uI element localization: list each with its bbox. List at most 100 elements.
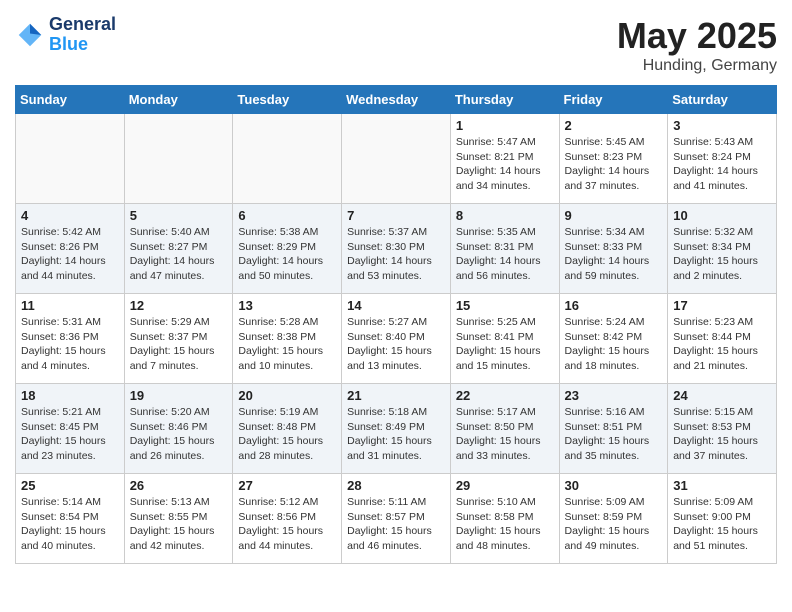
- calendar-cell: 7 Sunrise: 5:37 AM Sunset: 8:30 PM Daylig…: [342, 204, 451, 294]
- calendar-cell: [342, 114, 451, 204]
- calendar-cell: 28 Sunrise: 5:11 AM Sunset: 8:57 PM Dayli…: [342, 474, 451, 564]
- day-number: 10: [673, 208, 771, 223]
- day-info: Sunrise: 5:47 AM Sunset: 8:21 PM Dayligh…: [456, 135, 554, 194]
- calendar-cell: 25 Sunrise: 5:14 AM Sunset: 8:54 PM Dayli…: [16, 474, 125, 564]
- day-number: 31: [673, 478, 771, 493]
- weekday-header-friday: Friday: [559, 86, 668, 114]
- calendar-cell: [233, 114, 342, 204]
- day-info: Sunrise: 5:42 AM Sunset: 8:26 PM Dayligh…: [21, 225, 119, 284]
- day-info: Sunrise: 5:34 AM Sunset: 8:33 PM Dayligh…: [565, 225, 663, 284]
- day-info: Sunrise: 5:18 AM Sunset: 8:49 PM Dayligh…: [347, 405, 445, 464]
- day-number: 2: [565, 118, 663, 133]
- day-info: Sunrise: 5:19 AM Sunset: 8:48 PM Dayligh…: [238, 405, 336, 464]
- weekday-header-row: SundayMondayTuesdayWednesdayThursdayFrid…: [16, 86, 777, 114]
- day-number: 27: [238, 478, 336, 493]
- day-number: 23: [565, 388, 663, 403]
- weekday-header-sunday: Sunday: [16, 86, 125, 114]
- day-number: 30: [565, 478, 663, 493]
- calendar-cell: [124, 114, 233, 204]
- week-row-2: 4 Sunrise: 5:42 AM Sunset: 8:26 PM Daylig…: [16, 204, 777, 294]
- title-block: May 2025 Hunding, Germany: [617, 15, 777, 75]
- calendar-cell: 8Sunrise: 5:35 AM Sunset: 8:31 PM Daylig…: [450, 204, 559, 294]
- calendar-cell: 3 Sunrise: 5:43 AM Sunset: 8:24 PM Daylig…: [668, 114, 777, 204]
- week-row-5: 25 Sunrise: 5:14 AM Sunset: 8:54 PM Dayli…: [16, 474, 777, 564]
- calendar-cell: 4 Sunrise: 5:42 AM Sunset: 8:26 PM Daylig…: [16, 204, 125, 294]
- calendar-cell: 30 Sunrise: 5:09 AM Sunset: 8:59 PM Dayli…: [559, 474, 668, 564]
- day-number: 18: [21, 388, 119, 403]
- logo-icon: [15, 20, 45, 50]
- day-number: 13: [238, 298, 336, 313]
- calendar-cell: 26 Sunrise: 5:13 AM Sunset: 8:55 PM Dayli…: [124, 474, 233, 564]
- day-number: 11: [21, 298, 119, 313]
- day-number: 20: [238, 388, 336, 403]
- day-info: Sunrise: 5:12 AM Sunset: 8:56 PM Dayligh…: [238, 495, 336, 554]
- calendar-cell: 17Sunrise: 5:23 AM Sunset: 8:44 PM Dayli…: [668, 294, 777, 384]
- calendar-cell: 24Sunrise: 5:15 AM Sunset: 8:53 PM Dayli…: [668, 384, 777, 474]
- day-info: Sunrise: 5:28 AM Sunset: 8:38 PM Dayligh…: [238, 315, 336, 374]
- day-info: Sunrise: 5:09 AM Sunset: 9:00 PM Dayligh…: [673, 495, 771, 554]
- day-info: Sunrise: 5:31 AM Sunset: 8:36 PM Dayligh…: [21, 315, 119, 374]
- logo-text: General Blue: [49, 15, 116, 55]
- day-info: Sunrise: 5:32 AM Sunset: 8:34 PM Dayligh…: [673, 225, 771, 284]
- day-number: 8: [456, 208, 554, 223]
- day-info: Sunrise: 5:29 AM Sunset: 8:37 PM Dayligh…: [130, 315, 228, 374]
- day-info: Sunrise: 5:13 AM Sunset: 8:55 PM Dayligh…: [130, 495, 228, 554]
- page-header: General Blue May 2025 Hunding, Germany: [15, 15, 777, 75]
- week-row-3: 11 Sunrise: 5:31 AM Sunset: 8:36 PM Dayli…: [16, 294, 777, 384]
- calendar-cell: 15 Sunrise: 5:25 AM Sunset: 8:41 PM Dayli…: [450, 294, 559, 384]
- day-info: Sunrise: 5:23 AM Sunset: 8:44 PM Dayligh…: [673, 315, 771, 374]
- calendar-cell: 2 Sunrise: 5:45 AM Sunset: 8:23 PM Daylig…: [559, 114, 668, 204]
- day-info: Sunrise: 5:16 AM Sunset: 8:51 PM Dayligh…: [565, 405, 663, 464]
- day-number: 4: [21, 208, 119, 223]
- calendar-cell: 19Sunrise: 5:20 AM Sunset: 8:46 PM Dayli…: [124, 384, 233, 474]
- calendar-location: Hunding, Germany: [617, 57, 777, 75]
- day-info: Sunrise: 5:27 AM Sunset: 8:40 PM Dayligh…: [347, 315, 445, 374]
- day-number: 9: [565, 208, 663, 223]
- weekday-header-monday: Monday: [124, 86, 233, 114]
- day-info: Sunrise: 5:15 AM Sunset: 8:53 PM Dayligh…: [673, 405, 771, 464]
- calendar-cell: 16Sunrise: 5:24 AM Sunset: 8:42 PM Dayli…: [559, 294, 668, 384]
- calendar-cell: 18 Sunrise: 5:21 AM Sunset: 8:45 PM Dayli…: [16, 384, 125, 474]
- calendar-cell: 12 Sunrise: 5:29 AM Sunset: 8:37 PM Dayli…: [124, 294, 233, 384]
- logo-general: General: [49, 14, 116, 34]
- day-number: 3: [673, 118, 771, 133]
- day-info: Sunrise: 5:21 AM Sunset: 8:45 PM Dayligh…: [21, 405, 119, 464]
- day-number: 19: [130, 388, 228, 403]
- calendar-cell: 9 Sunrise: 5:34 AM Sunset: 8:33 PM Daylig…: [559, 204, 668, 294]
- day-number: 15: [456, 298, 554, 313]
- calendar-cell: 1 Sunrise: 5:47 AM Sunset: 8:21 PM Daylig…: [450, 114, 559, 204]
- calendar-cell: 5Sunrise: 5:40 AM Sunset: 8:27 PM Daylig…: [124, 204, 233, 294]
- day-info: Sunrise: 5:14 AM Sunset: 8:54 PM Dayligh…: [21, 495, 119, 554]
- day-info: Sunrise: 5:43 AM Sunset: 8:24 PM Dayligh…: [673, 135, 771, 194]
- day-info: Sunrise: 5:45 AM Sunset: 8:23 PM Dayligh…: [565, 135, 663, 194]
- calendar-cell: 13 Sunrise: 5:28 AM Sunset: 8:38 PM Dayli…: [233, 294, 342, 384]
- day-number: 29: [456, 478, 554, 493]
- day-number: 28: [347, 478, 445, 493]
- day-number: 22: [456, 388, 554, 403]
- calendar-cell: 27 Sunrise: 5:12 AM Sunset: 8:56 PM Dayli…: [233, 474, 342, 564]
- day-number: 6: [238, 208, 336, 223]
- day-number: 21: [347, 388, 445, 403]
- day-number: 25: [21, 478, 119, 493]
- day-info: Sunrise: 5:25 AM Sunset: 8:41 PM Dayligh…: [456, 315, 554, 374]
- day-number: 14: [347, 298, 445, 313]
- logo-blue: Blue: [49, 34, 88, 54]
- logo: General Blue: [15, 15, 116, 55]
- calendar-cell: 21 Sunrise: 5:18 AM Sunset: 8:49 PM Dayli…: [342, 384, 451, 474]
- day-number: 5: [130, 208, 228, 223]
- day-number: 12: [130, 298, 228, 313]
- day-number: 1: [456, 118, 554, 133]
- day-number: 26: [130, 478, 228, 493]
- day-info: Sunrise: 5:11 AM Sunset: 8:57 PM Dayligh…: [347, 495, 445, 554]
- calendar-cell: 29Sunrise: 5:10 AM Sunset: 8:58 PM Dayli…: [450, 474, 559, 564]
- calendar-cell: [16, 114, 125, 204]
- calendar-cell: 31 Sunrise: 5:09 AM Sunset: 9:00 PM Dayli…: [668, 474, 777, 564]
- day-info: Sunrise: 5:09 AM Sunset: 8:59 PM Dayligh…: [565, 495, 663, 554]
- calendar-cell: 10 Sunrise: 5:32 AM Sunset: 8:34 PM Dayli…: [668, 204, 777, 294]
- day-number: 16: [565, 298, 663, 313]
- day-info: Sunrise: 5:37 AM Sunset: 8:30 PM Dayligh…: [347, 225, 445, 284]
- calendar-cell: 23 Sunrise: 5:16 AM Sunset: 8:51 PM Dayli…: [559, 384, 668, 474]
- calendar-cell: 20 Sunrise: 5:19 AM Sunset: 8:48 PM Dayli…: [233, 384, 342, 474]
- day-number: 7: [347, 208, 445, 223]
- calendar-cell: 6Sunrise: 5:38 AM Sunset: 8:29 PM Daylig…: [233, 204, 342, 294]
